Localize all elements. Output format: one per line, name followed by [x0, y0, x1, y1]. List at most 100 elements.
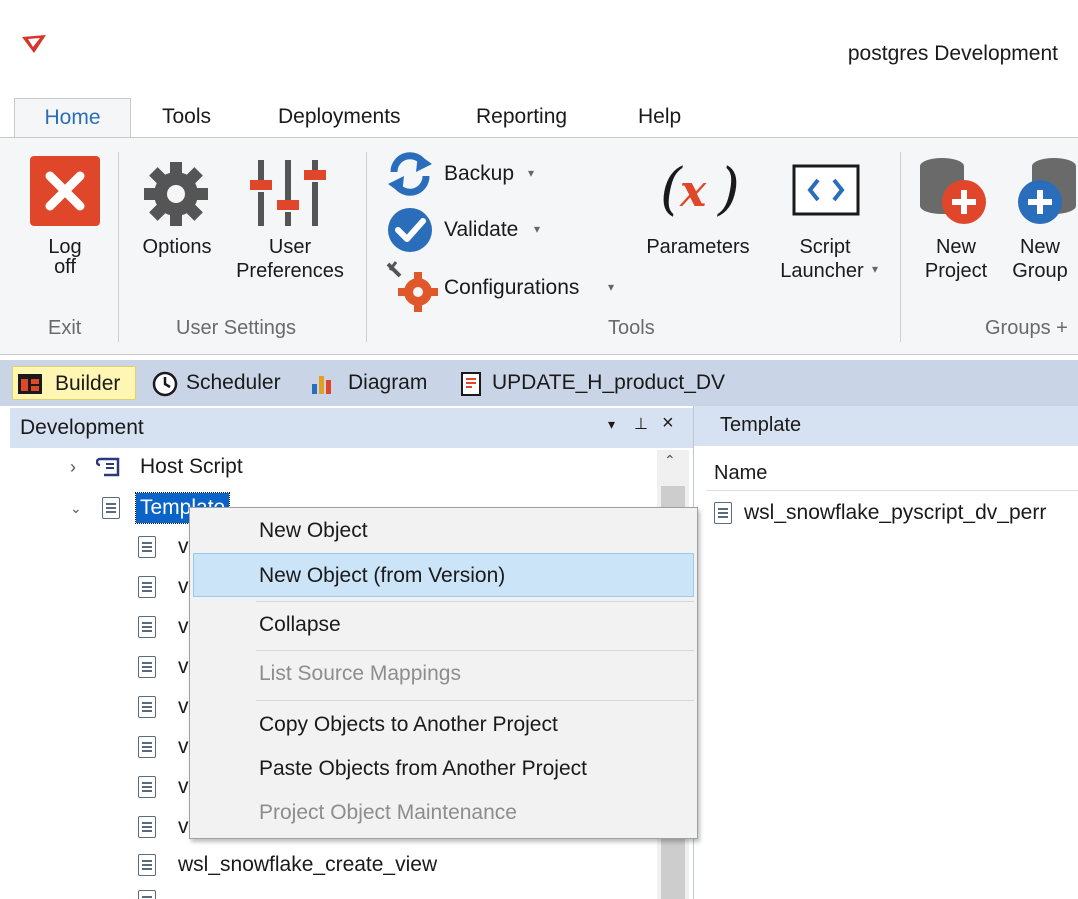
- menu-item-copy-objects[interactable]: Copy Objects to Another Project: [190, 703, 697, 747]
- tab-home[interactable]: Home: [14, 98, 131, 138]
- pane-menu-icon[interactable]: ▾: [608, 416, 615, 433]
- tree-item-label: v: [178, 615, 189, 638]
- backup-label: Backup: [444, 162, 515, 185]
- tree-item-partial: [138, 888, 158, 899]
- tree-item-create-view[interactable]: wsl_snowflake_create_view: [136, 848, 636, 882]
- tree-item-label: v: [178, 535, 189, 558]
- column-header[interactable]: Name: [706, 456, 1078, 491]
- user-preferences-button[interactable]: User Preferences: [226, 152, 354, 292]
- close-x-icon: [30, 156, 100, 226]
- tree-item[interactable]: v: [136, 690, 196, 724]
- script-launcher-label-1: Script: [799, 236, 851, 258]
- document-icon: [138, 616, 156, 638]
- list-item-label: wsl_snowflake_pyscript_dv_perr: [744, 501, 1047, 524]
- development-pane-title: Development: [20, 416, 144, 439]
- checkmark-icon: [388, 208, 432, 252]
- template-pane-header: Template: [694, 406, 1078, 446]
- tree-item[interactable]: v: [136, 650, 196, 684]
- configurations-button[interactable]: Configurations ▾: [386, 260, 626, 314]
- parameters-button[interactable]: ( x ) Parameters: [636, 152, 760, 292]
- tab-reporting[interactable]: Reporting: [460, 98, 583, 138]
- script-doc-icon: [461, 372, 481, 396]
- new-group-icon: [1018, 158, 1076, 224]
- svg-text:x: x: [679, 166, 707, 217]
- tree-item[interactable]: v: [136, 610, 196, 644]
- pin-icon[interactable]: ⊥: [634, 414, 648, 434]
- code-window-icon: [792, 164, 860, 216]
- tab-update-label: UPDATE_H_product_DV: [492, 371, 726, 394]
- tab-diagram[interactable]: Diagram: [310, 366, 446, 400]
- chevron-down-icon[interactable]: ⌄: [70, 491, 82, 525]
- tree-item-host-script[interactable]: › Host Script: [70, 450, 650, 484]
- new-project-label-2: Project: [924, 260, 988, 282]
- tab-deployments[interactable]: Deployments: [262, 98, 417, 138]
- bar-chart-icon: [312, 376, 331, 394]
- scroll-icon: [96, 457, 120, 477]
- group-label-user-settings: User Settings: [176, 317, 297, 339]
- tab-help[interactable]: Help: [622, 98, 697, 138]
- tree-item[interactable]: v: [136, 730, 196, 764]
- menu-item-collapse[interactable]: Collapse: [190, 603, 697, 647]
- tab-tools[interactable]: Tools: [146, 98, 227, 138]
- tab-update-h-product-dv[interactable]: UPDATE_H_product_DV: [460, 366, 750, 400]
- tab-builder[interactable]: Builder: [12, 366, 136, 400]
- chevron-right-icon[interactable]: ›: [70, 450, 76, 484]
- document-icon: [138, 890, 156, 899]
- menu-item-new-object-from-version[interactable]: New Object (from Version): [193, 553, 694, 597]
- gear-icon: [144, 162, 208, 226]
- tab-diagram-label: Diagram: [348, 371, 428, 394]
- new-group-button[interactable]: New Group: [1002, 152, 1078, 292]
- tree-item-label: v: [178, 775, 189, 798]
- document-icon: [138, 696, 156, 718]
- document-icon: [102, 497, 120, 519]
- close-pane-icon[interactable]: ×: [662, 412, 674, 435]
- backup-button[interactable]: Backup ▾: [386, 152, 546, 196]
- validate-button[interactable]: Validate ▾: [386, 206, 546, 254]
- group-label-tools: Tools: [608, 317, 655, 339]
- tree-item[interactable]: v: [136, 770, 196, 804]
- new-project-button[interactable]: New Project: [910, 152, 1002, 292]
- development-pane-header: Development ▾ ⊥ ×: [10, 408, 693, 448]
- ribbon-separator: [900, 152, 901, 342]
- tree-item-label: v: [178, 735, 189, 758]
- column-name-label: Name: [714, 462, 768, 484]
- list-item[interactable]: wsl_snowflake_pyscript_dv_perr: [712, 496, 1078, 530]
- menu-separator: [256, 700, 694, 701]
- new-group-label-1: New: [1019, 236, 1060, 258]
- scroll-up-icon[interactable]: ⌃: [664, 452, 676, 469]
- tree-item-label: wsl_snowflake_create_view: [178, 853, 438, 876]
- context-menu: New Object New Object (from Version) Col…: [189, 507, 698, 839]
- user-preferences-label-2: Preferences: [236, 260, 344, 282]
- configurations-label: Configurations: [444, 276, 580, 299]
- document-icon: [138, 854, 156, 876]
- options-button[interactable]: Options: [128, 152, 226, 292]
- script-launcher-button[interactable]: Script Launcher ▾: [764, 152, 886, 292]
- tab-scheduler-label: Scheduler: [186, 371, 281, 394]
- ribbon-separator: [118, 152, 119, 342]
- tree-item[interactable]: v: [136, 810, 196, 844]
- ribbon-separator: [366, 152, 367, 342]
- document-icon: [138, 816, 156, 838]
- tree-item-label: v: [178, 655, 189, 678]
- validate-label: Validate: [444, 218, 519, 241]
- document-icon: [138, 536, 156, 558]
- tree-item-label: v: [178, 575, 189, 598]
- clock-icon: [152, 371, 178, 397]
- document-icon: [138, 736, 156, 758]
- refresh-icon: [388, 152, 432, 196]
- options-label: Options: [142, 236, 212, 258]
- configure-gear-icon: [386, 261, 438, 312]
- tab-scheduler[interactable]: Scheduler: [152, 366, 294, 400]
- tree-item-label: v: [178, 695, 189, 718]
- tree-item[interactable]: v: [136, 570, 196, 604]
- menu-item-new-object[interactable]: New Object: [190, 509, 697, 553]
- tree-item[interactable]: v: [136, 530, 196, 564]
- new-group-label-2: Group: [1012, 260, 1068, 282]
- title-bar: postgres Development: [0, 0, 1078, 90]
- menu-item-paste-objects[interactable]: Paste Objects from Another Project: [190, 747, 697, 791]
- log-off-button[interactable]: Log off: [20, 152, 110, 292]
- user-preferences-label-1: User: [268, 236, 312, 258]
- document-icon: [138, 576, 156, 598]
- menu-item-project-object-maintenance: Project Object Maintenance: [259, 801, 517, 824]
- parameters-label: Parameters: [646, 236, 750, 258]
